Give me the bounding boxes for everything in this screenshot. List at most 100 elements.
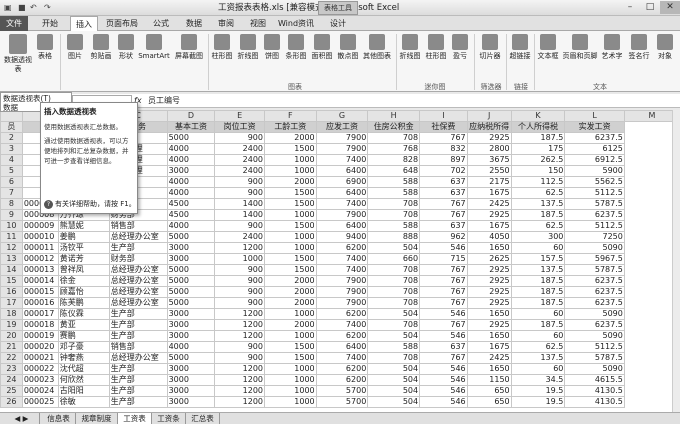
column-header[interactable]: F [264, 110, 317, 122]
cell[interactable]: 60 [510, 330, 566, 342]
cell[interactable]: 767 [419, 132, 468, 144]
cell[interactable]: 708 [367, 264, 421, 276]
cell[interactable]: 767 [419, 319, 468, 331]
header-footer-button[interactable]: 页眉和页脚 [562, 34, 598, 61]
cell[interactable]: 637 [419, 220, 468, 232]
row-header[interactable]: 21 [0, 341, 23, 353]
cell[interactable]: 1500 [264, 143, 317, 155]
cell[interactable]: 1650 [466, 330, 512, 342]
cell[interactable]: 000025 [21, 396, 59, 408]
smartart-button[interactable]: SmartArt [138, 34, 170, 61]
cell[interactable]: 650 [466, 385, 512, 397]
cell[interactable]: 7400 [315, 352, 369, 364]
cell[interactable]: 187.5 [510, 275, 566, 287]
save-icon[interactable]: ■ [18, 2, 26, 14]
cell[interactable]: 7400 [315, 154, 369, 166]
cell[interactable]: 5090 [564, 308, 625, 320]
cell[interactable]: 6237.5 [564, 297, 625, 309]
hyperlink-button[interactable]: 超链接 [508, 34, 532, 61]
screenshot-button[interactable]: 屏幕截图 [172, 34, 206, 61]
cell[interactable]: 175 [510, 143, 566, 155]
cell[interactable]: 546 [419, 242, 468, 254]
cell[interactable]: 2925 [466, 286, 512, 298]
cell[interactable]: 1500 [264, 253, 317, 265]
cell[interactable]: 708 [367, 352, 421, 364]
cell[interactable]: 588 [367, 176, 421, 188]
row-header[interactable]: 7 [0, 187, 23, 199]
cell[interactable]: 6125 [564, 143, 625, 155]
cell[interactable]: 137.5 [510, 198, 566, 210]
cell[interactable]: 5090 [564, 242, 625, 254]
cell[interactable]: 9400 [315, 231, 369, 243]
cell[interactable]: 4000 [166, 143, 216, 155]
cell[interactable]: 1000 [264, 165, 317, 177]
cell[interactable]: 2000 [264, 297, 317, 309]
row-header[interactable]: 11 [0, 231, 23, 243]
cell[interactable]: 7900 [315, 286, 369, 298]
sheet-tab[interactable]: 信息表 [42, 413, 76, 424]
cell[interactable]: 黄诺芳 [57, 253, 110, 265]
cell[interactable]: 962 [419, 231, 468, 243]
cell[interactable]: 1400 [214, 209, 265, 221]
cell[interactable]: 总经理办公室 [108, 297, 168, 309]
header-cell[interactable]: 基本工资 [166, 121, 216, 133]
cell[interactable]: 5000 [166, 264, 216, 276]
cell[interactable]: 7400 [315, 264, 369, 276]
cell[interactable]: 900 [214, 264, 265, 276]
wordart-button[interactable]: 艺术字 [600, 34, 624, 61]
cell[interactable]: 000015 [21, 286, 59, 298]
tab-home[interactable]: 开始 [34, 16, 66, 31]
cell[interactable]: 708 [367, 297, 421, 309]
formula-input[interactable]: 员工编号 [148, 95, 676, 107]
cell[interactable]: 3000 [166, 308, 216, 320]
pie-chart-button[interactable]: 饼图 [262, 34, 282, 61]
cell[interactable]: 767 [419, 297, 468, 309]
cell[interactable]: 徐敏 [57, 396, 110, 408]
cell[interactable]: 6237.5 [564, 286, 625, 298]
cell[interactable]: 5000 [166, 297, 216, 309]
cell[interactable]: 4000 [166, 176, 216, 188]
row-header[interactable]: 12 [0, 242, 23, 254]
cell[interactable]: 3000 [166, 330, 216, 342]
cell[interactable]: 3000 [166, 165, 216, 177]
cell[interactable]: 000017 [21, 308, 59, 320]
cell[interactable]: 767 [419, 209, 468, 221]
cell[interactable]: 900 [214, 352, 265, 364]
cell[interactable]: 4000 [166, 154, 216, 166]
redo-icon[interactable]: ↷ [44, 2, 51, 14]
tab-design[interactable]: 设计 [322, 16, 354, 31]
cell[interactable]: 7250 [564, 231, 625, 243]
tab-wind[interactable]: Wind资讯 [276, 16, 316, 31]
cell[interactable]: 5787.5 [564, 264, 625, 276]
cell[interactable]: 1000 [264, 308, 317, 320]
row-header[interactable]: 15 [0, 275, 23, 287]
cell[interactable]: 2400 [214, 231, 265, 243]
cell[interactable]: 708 [367, 198, 421, 210]
cell[interactable]: 6400 [315, 165, 369, 177]
cell[interactable]: 生产部 [108, 385, 168, 397]
cell[interactable]: 6200 [315, 242, 369, 254]
cell[interactable]: 5967.5 [564, 253, 625, 265]
cell[interactable]: 5090 [564, 363, 625, 375]
cell[interactable]: 1000 [264, 231, 317, 243]
cell[interactable]: 2000 [264, 132, 317, 144]
cell[interactable]: 生产部 [108, 396, 168, 408]
table-button[interactable]: 表格 [34, 34, 56, 61]
tab-data[interactable]: 数据 [180, 16, 208, 31]
row-header[interactable]: 22 [0, 352, 23, 364]
cell[interactable]: 1000 [264, 209, 317, 221]
cell[interactable]: 陈仪霖 [57, 308, 110, 320]
pivot-table-button[interactable]: 数据透视表 [4, 34, 32, 74]
cell[interactable]: 767 [419, 275, 468, 287]
cell[interactable]: 徐金 [57, 275, 110, 287]
cell[interactable]: 曾祥凤 [57, 264, 110, 276]
cell[interactable]: 000024 [21, 385, 59, 397]
row-header[interactable]: 17 [0, 297, 23, 309]
cell[interactable]: 546 [419, 308, 468, 320]
row-header[interactable]: 24 [0, 374, 23, 386]
cell[interactable]: 4000 [166, 341, 216, 353]
cell[interactable]: 546 [419, 385, 468, 397]
cell[interactable]: 187.5 [510, 209, 566, 221]
cell[interactable]: 1000 [264, 396, 317, 408]
cell[interactable]: 715 [419, 253, 468, 265]
